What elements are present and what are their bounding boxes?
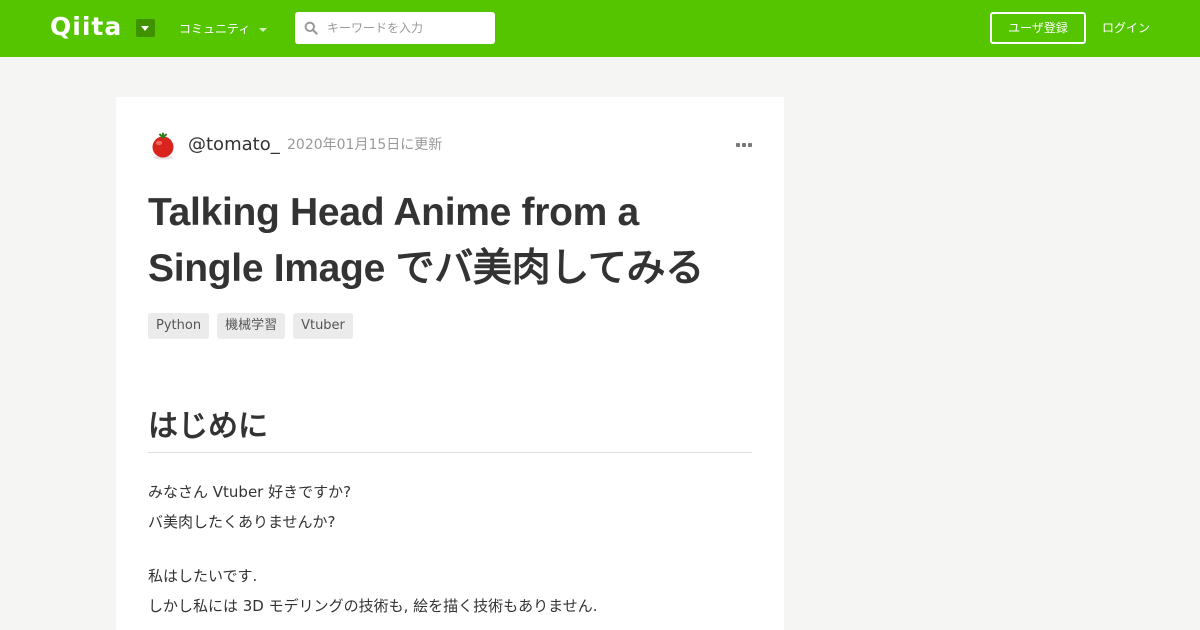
qiita-logo[interactable]: Qiita bbox=[50, 14, 122, 40]
paragraph-line: しかし私には 3D モデリングの技術も, 絵を描く技術もありません. bbox=[148, 597, 598, 615]
more-options-icon[interactable] bbox=[736, 141, 752, 149]
heading-divider bbox=[148, 452, 752, 453]
search-input[interactable] bbox=[327, 12, 487, 44]
search-box[interactable] bbox=[295, 12, 495, 44]
site-header: Qiita コミュニティ ユーザ登録 ログイン bbox=[0, 0, 1200, 57]
section-heading: はじめに bbox=[148, 409, 268, 444]
tag-machine-learning[interactable]: 機械学習 bbox=[217, 313, 286, 339]
paragraph-line: 私はしたいです. bbox=[148, 567, 258, 585]
caret-down-icon bbox=[259, 27, 268, 32]
search-icon bbox=[304, 21, 318, 35]
community-label: コミュニティ bbox=[179, 22, 251, 36]
logo-text: Qiita bbox=[50, 12, 123, 41]
tag-python[interactable]: Python bbox=[148, 313, 210, 339]
paragraph-line: みなさん Vtuber 好きですか? bbox=[148, 483, 352, 501]
updated-date: 2020年01月15日に更新 bbox=[287, 137, 443, 153]
login-link[interactable]: ログイン bbox=[1102, 20, 1150, 37]
tag-vtuber[interactable]: Vtuber bbox=[293, 313, 353, 339]
signup-button[interactable]: ユーザ登録 bbox=[990, 12, 1086, 44]
paragraph-2: 私はしたいです. しかし私には 3D モデリングの技術も, 絵を描く技術もありま… bbox=[148, 561, 752, 621]
paragraph-line: バ美肉したくありませんか? bbox=[148, 513, 336, 531]
tomato-avatar-icon[interactable] bbox=[148, 131, 178, 161]
paragraph-1: みなさん Vtuber 好きですか? バ美肉したくありませんか? bbox=[148, 477, 752, 537]
article-title: Talking Head Anime from a Single Image で… bbox=[148, 185, 768, 297]
community-menu[interactable]: コミュニティ bbox=[179, 21, 268, 38]
tag-list: Python 機械学習 Vtuber bbox=[148, 313, 361, 339]
article-card: @tomato_ 2020年01月15日に更新 Talking Head Ani… bbox=[116, 97, 784, 630]
title-line-1: Talking Head Anime from a bbox=[148, 191, 639, 234]
chevron-down-icon[interactable] bbox=[136, 19, 155, 37]
title-line-2: Single Image でバ美肉してみる bbox=[148, 247, 704, 290]
author-link[interactable]: @tomato_ bbox=[188, 133, 280, 157]
